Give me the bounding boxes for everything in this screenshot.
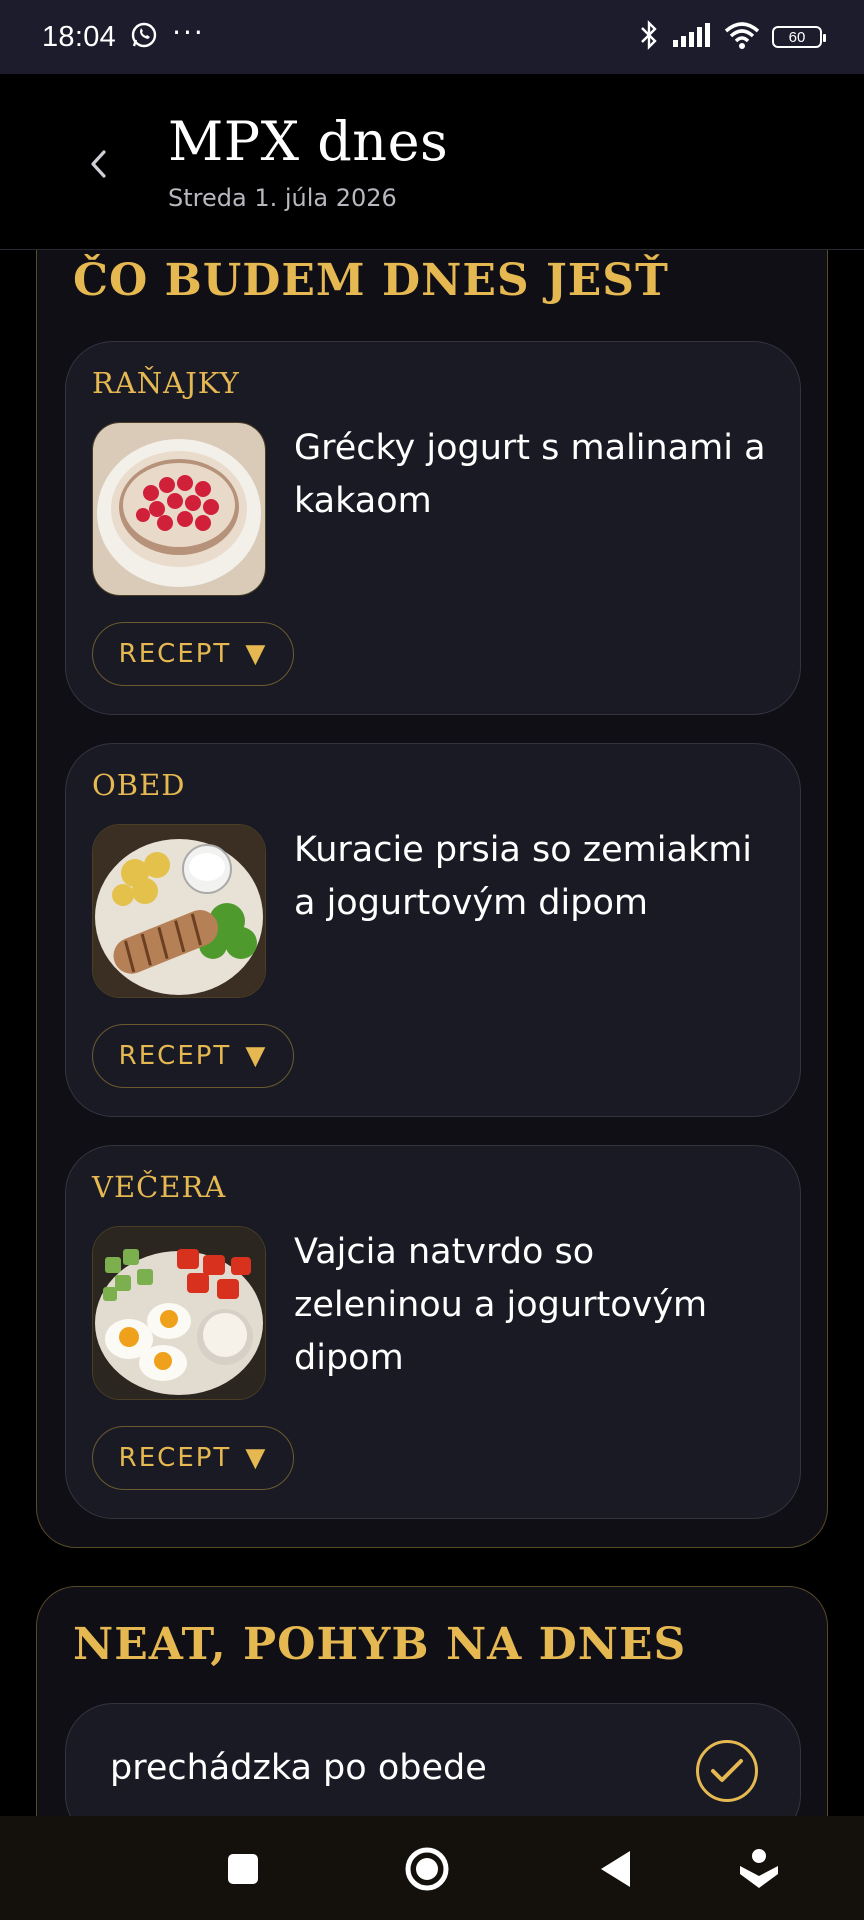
whatsapp-icon [130,21,158,53]
caret-down-icon: ▼ [245,1443,268,1473]
back-nav-icon[interactable] [592,1846,638,1892]
meal-label: OBED [92,768,186,802]
meals-section-title: ČO BUDEM DNES JESŤ [73,255,669,306]
page-date: Streda 1. júla 2026 [168,184,397,212]
meal-name: Vajcia natvrdo so zeleninou a jogurtovým… [294,1232,708,1378]
status-bar: 18:04 ··· 60 [0,0,864,74]
page-title: MPX dnes [168,110,449,173]
recipe-button-lunch[interactable]: RECEPT ▼ [92,1024,294,1088]
checkmark-icon[interactable] [696,1740,758,1802]
recipe-button-label: RECEPT [118,639,232,669]
neat-section-title: NEAT, POHYB NA DNES [73,1619,687,1670]
meal-label: RAŇAJKY [92,366,240,400]
recipe-button-dinner[interactable]: RECEPT ▼ [92,1426,294,1490]
neat-panel: NEAT, POHYB NA DNES prechádzka po obede [36,1586,828,1816]
app-header: MPX dnes Streda 1. júla 2026 [0,74,864,250]
battery-level: 60 [788,28,806,46]
meal-card-dinner: VEČERA Vajcia natvrdo so zeleninou a jog… [65,1145,801,1519]
home-icon[interactable] [404,1846,450,1892]
battery-icon: 60 [772,26,826,48]
breakfast-image [92,422,266,596]
meal-label: VEČERA [92,1170,227,1204]
lunch-image [92,824,266,998]
status-time: 18:04 [42,20,117,53]
caret-down-icon: ▼ [245,1041,268,1071]
back-button[interactable] [80,146,116,182]
wifi-icon [724,21,760,53]
dinner-image [92,1226,266,1400]
scroll-content[interactable]: ČO BUDEM DNES JESŤ RAŇAJKY Grécky jogurt… [0,250,864,1816]
more-dots-icon: ··· [172,15,205,49]
signal-icon [672,22,712,52]
bluetooth-icon [638,19,660,55]
caret-down-icon: ▼ [245,639,268,669]
recipe-button-label: RECEPT [118,1443,232,1473]
accessibility-icon[interactable] [736,1846,782,1892]
meals-panel: ČO BUDEM DNES JESŤ RAŇAJKY Grécky jogurt… [36,250,828,1548]
neat-item-text: prechádzka po obede [110,1748,487,1788]
chevron-left-icon [91,150,106,178]
meal-card-lunch: OBED Kuracie prsia so zemiakmi a jogurto… [65,743,801,1117]
recipe-button-label: RECEPT [118,1041,232,1071]
neat-item[interactable]: prechádzka po obede [65,1703,801,1816]
recents-icon[interactable] [220,1846,266,1892]
system-nav-bar [0,1816,864,1920]
meal-name: Grécky jogurt s malinami a kakaom [294,428,766,521]
recipe-button-breakfast[interactable]: RECEPT ▼ [92,622,294,686]
meal-card-breakfast: RAŇAJKY Grécky jogurt s malinami a kakao… [65,341,801,715]
meal-name: Kuracie prsia so zemiakmi a jogurtovým d… [294,830,753,923]
